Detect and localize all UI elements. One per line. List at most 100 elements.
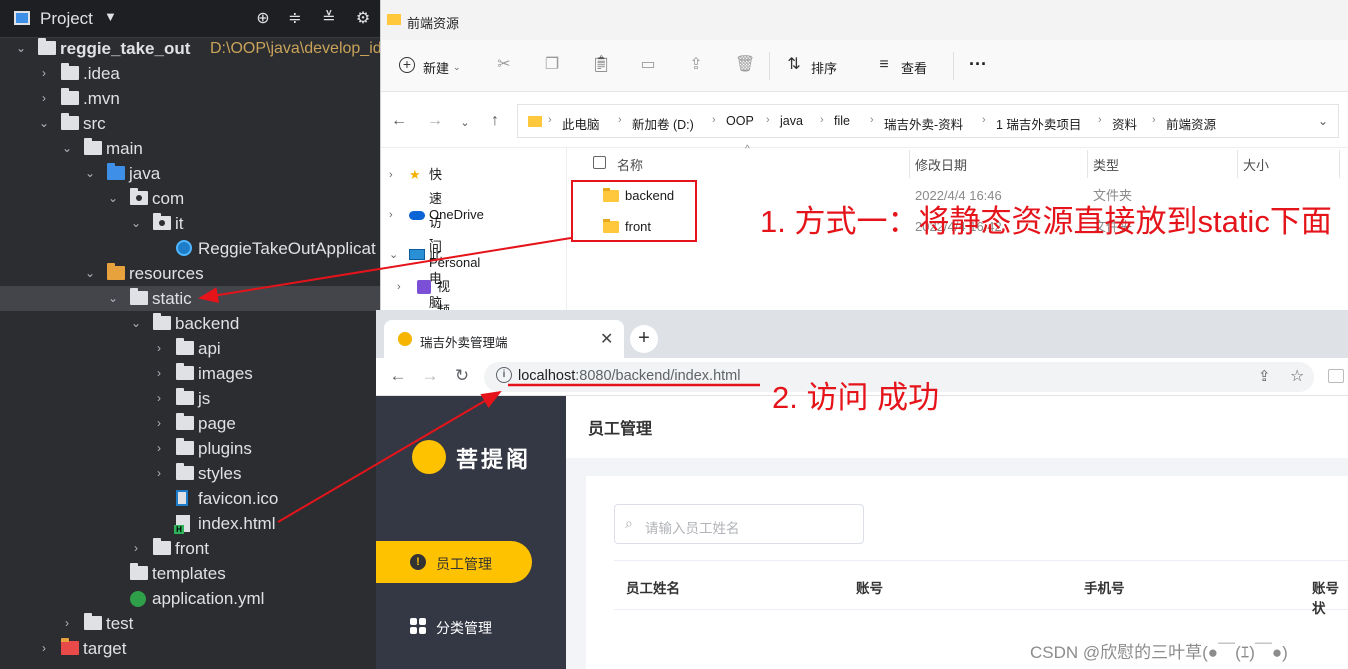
chevron-down-icon[interactable]: ⌄ — [83, 161, 97, 186]
tree-item-index-html[interactable]: index.html — [0, 511, 380, 536]
info-icon[interactable]: i — [496, 367, 512, 383]
view-icon[interactable]: ≡ — [875, 56, 893, 74]
recent-chevron-icon[interactable]: ⌄ — [455, 116, 475, 129]
tree-item-favicon-ico[interactable]: favicon.ico — [0, 486, 380, 511]
tree-item-reggie-take-out[interactable]: ⌄ reggie_take_out D:\OOP\java\develop_id — [0, 36, 380, 61]
collapse-all-icon[interactable]: ≚ — [318, 8, 340, 30]
back-arrow-icon[interactable]: ← — [388, 366, 408, 386]
chevron-down-icon[interactable]: ⌄ — [37, 111, 51, 136]
copy-icon[interactable]: ❐ — [543, 56, 561, 74]
tree-item-images[interactable]: › images — [0, 361, 380, 386]
tree-item-main[interactable]: ⌄ main — [0, 136, 380, 161]
tree-item-test[interactable]: › test — [0, 611, 380, 636]
cut-icon[interactable]: ✂ — [495, 56, 513, 74]
column-header: 账号状 — [1312, 581, 1339, 616]
chevron-right-icon[interactable]: › — [152, 361, 166, 386]
back-arrow-icon[interactable]: ← — [389, 112, 409, 130]
chevron-right-icon[interactable]: › — [152, 461, 166, 486]
address-bar[interactable]: › 此电脑 › 新加卷 (D:) › OOP › java › file › 瑞吉外卖-资料 › 1 瑞吉… — [517, 104, 1339, 138]
tree-item-js[interactable]: › js — [0, 386, 380, 411]
chevron-down-icon[interactable]: ⌄ — [129, 311, 143, 336]
tree-item-templates[interactable]: templates — [0, 561, 380, 586]
column-size[interactable]: 大小 — [1243, 155, 1269, 174]
tree-item-api[interactable]: › api — [0, 336, 380, 361]
chevron-right-icon: › — [712, 114, 716, 126]
tree-item-java[interactable]: ⌄ java — [0, 161, 380, 186]
breadcrumb-item[interactable]: 资料 — [1112, 114, 1137, 133]
breadcrumb-item[interactable]: 1 瑞吉外卖项目 — [996, 114, 1081, 133]
chevron-down-icon[interactable]: ⌄ — [129, 211, 143, 236]
folder-icon — [61, 638, 79, 655]
chevron-right-icon[interactable]: › — [129, 536, 143, 561]
forward-arrow-icon[interactable]: → — [420, 366, 440, 386]
browser-tab[interactable]: 瑞吉外卖管理端 ✕ — [384, 320, 624, 358]
chevron-down-icon[interactable]: ⌄ — [106, 286, 120, 311]
tree-item-static[interactable]: ⌄ static — [0, 286, 380, 311]
tree-item-idea[interactable]: › .idea — [0, 61, 380, 86]
breadcrumb-item[interactable]: 前端资源 — [1166, 114, 1216, 133]
tree-item-mvn[interactable]: › .mvn — [0, 86, 380, 111]
tree-item-resources[interactable]: ⌄ resources — [0, 261, 380, 286]
new-button[interactable]: 新建 — [423, 58, 449, 77]
tree-item-styles[interactable]: › styles — [0, 461, 380, 486]
bookmark-star-icon[interactable]: ☆ — [1290, 366, 1304, 386]
expand-all-icon[interactable]: ≑ — [284, 8, 306, 30]
chevron-right-icon[interactable]: › — [152, 436, 166, 461]
new-icon[interactable]: + — [399, 57, 415, 73]
tree-item-front[interactable]: › front — [0, 536, 380, 561]
up-arrow-icon[interactable]: ↑ — [485, 112, 505, 130]
chevron-right-icon[interactable]: › — [152, 411, 166, 436]
chevron-down-icon[interactable]: ▼ — [104, 9, 117, 24]
panel-title[interactable]: Project — [40, 9, 93, 29]
rename-icon[interactable]: ▭ — [639, 56, 657, 74]
share-icon[interactable]: ⇪ — [1258, 367, 1271, 385]
sort-button[interactable]: 排序 — [811, 58, 837, 77]
breadcrumb-item[interactable]: 瑞吉外卖-资料 — [884, 114, 963, 133]
chevron-right-icon[interactable]: › — [152, 336, 166, 361]
column-type[interactable]: 类型 — [1093, 155, 1119, 174]
new-tab-button[interactable]: + — [630, 325, 658, 353]
chevron-right-icon[interactable]: › — [152, 386, 166, 411]
column-modified[interactable]: 修改日期 — [915, 155, 967, 174]
select-all-checkbox[interactable] — [593, 156, 606, 169]
chevron-right-icon[interactable]: › — [37, 636, 51, 661]
menu-item-category[interactable]: 分类管理 — [376, 604, 566, 646]
breadcrumb-item[interactable]: file — [834, 114, 850, 128]
sort-icon[interactable]: ⇅ — [785, 56, 803, 74]
delete-icon[interactable]: 🗑︎ — [735, 56, 755, 74]
tree-item-it[interactable]: ⌄ it — [0, 211, 380, 236]
tree-item-target[interactable]: › target — [0, 636, 380, 661]
chevron-down-icon[interactable]: ⌄ — [1318, 114, 1328, 128]
paste-icon[interactable]: 📋︎ — [591, 56, 611, 74]
chevron-down-icon[interactable]: ⌄ — [60, 136, 74, 161]
share-icon[interactable]: ⇪ — [687, 56, 705, 74]
tree-item-plugins[interactable]: › plugins — [0, 436, 380, 461]
locate-icon[interactable]: ⊕ — [252, 8, 274, 30]
tree-item-reggietakeoutapplicat[interactable]: ReggieTakeOutApplicat — [0, 236, 380, 261]
chevron-down-icon[interactable]: ⌄ — [106, 186, 120, 211]
column-name[interactable]: 名称 — [617, 155, 643, 174]
chevron-right-icon[interactable]: › — [60, 611, 74, 636]
close-icon[interactable]: ✕ — [600, 329, 613, 349]
view-button[interactable]: 查看 — [901, 58, 927, 77]
menu-item-employee[interactable]: ! 员工管理 — [376, 541, 532, 583]
tree-item-src[interactable]: ⌄ src — [0, 111, 380, 136]
breadcrumb-item[interactable]: OOP — [726, 114, 754, 128]
gear-icon[interactable]: ⚙ — [352, 8, 374, 30]
chevron-down-icon[interactable]: ⌄ — [83, 261, 97, 286]
tree-item-application-yml[interactable]: application.yml — [0, 586, 380, 611]
chevron-right-icon[interactable]: › — [37, 61, 51, 86]
reload-icon[interactable]: ↻ — [452, 366, 472, 386]
breadcrumb-item[interactable]: java — [780, 114, 803, 128]
breadcrumb-item[interactable]: 新加卷 (D:) — [632, 114, 694, 133]
more-button[interactable]: ··· — [969, 54, 987, 75]
tree-item-backend[interactable]: ⌄ backend — [0, 311, 380, 336]
chevron-down-icon[interactable]: ⌄ — [14, 36, 28, 61]
extension-icon[interactable] — [1328, 369, 1344, 383]
tree-item-com[interactable]: ⌄ com — [0, 186, 380, 211]
forward-arrow-icon[interactable]: → — [425, 112, 445, 130]
tree-item-page[interactable]: › page — [0, 411, 380, 436]
breadcrumb-item[interactable]: 此电脑 — [562, 114, 600, 133]
chevron-right-icon[interactable]: › — [37, 86, 51, 111]
search-input[interactable]: ⌕ 请输入员工姓名 — [614, 504, 864, 544]
